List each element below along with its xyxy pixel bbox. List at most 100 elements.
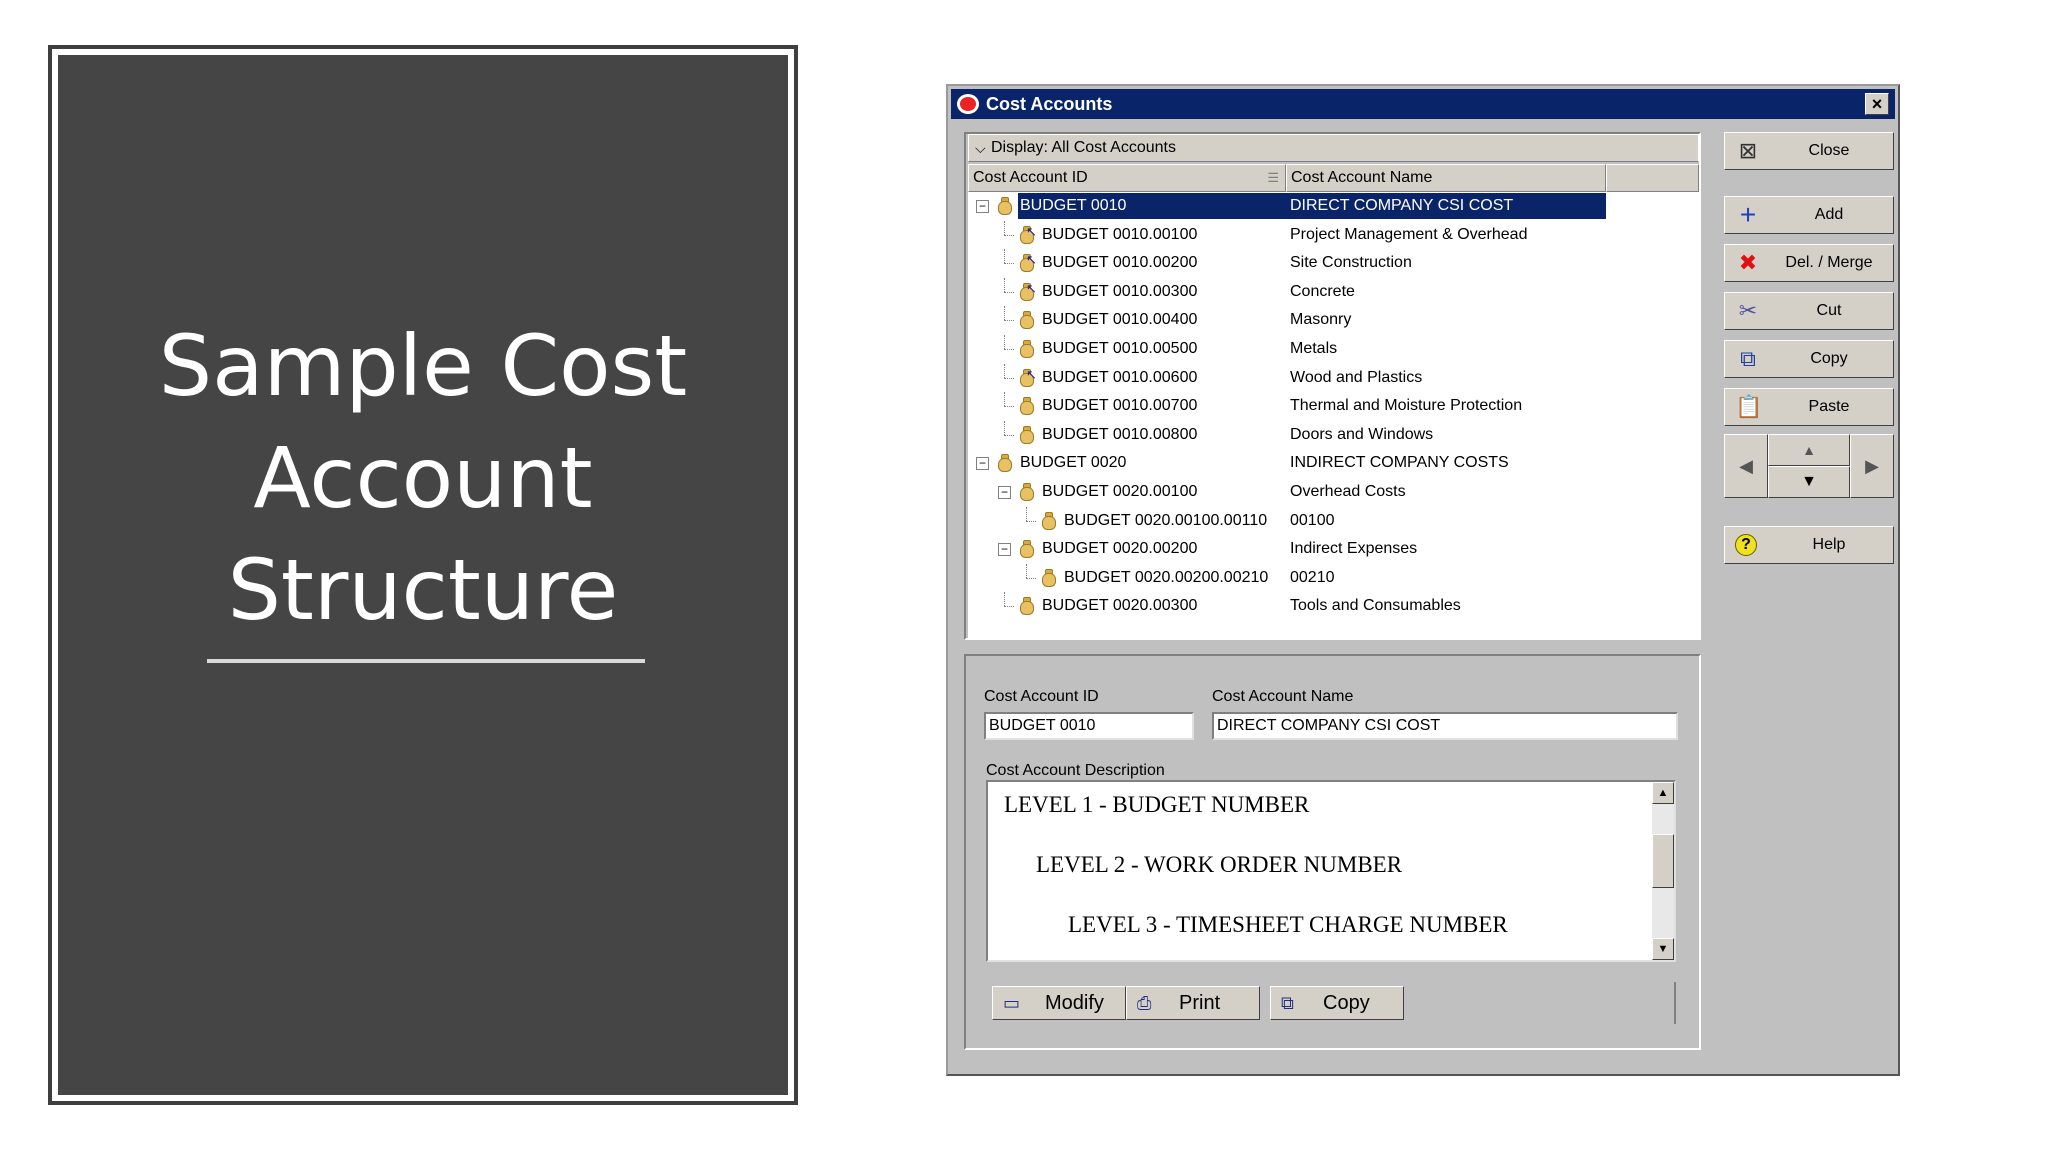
cost-account-name-cell: Thermal and Moisture Protection xyxy=(1290,397,1523,415)
tree-row[interactable]: BUDGET 0020.00300 Tools and Consumables xyxy=(968,592,1699,621)
add-button[interactable]: + Add xyxy=(1724,196,1894,234)
tree-row[interactable]: − BUDGET 0020 INDIRECT COMPANY COSTS xyxy=(968,449,1699,478)
title-underline xyxy=(207,659,645,663)
money-bag-cursor-icon: ↖ xyxy=(1018,253,1037,273)
paste-button-label: Paste xyxy=(1808,398,1850,415)
close-window-icon: ⊠ xyxy=(1738,138,1758,163)
print-button[interactable]: ⎙ Print xyxy=(1126,986,1260,1020)
copy-desc-button[interactable]: ⧉ Copy xyxy=(1270,986,1404,1020)
column-header-cost-account-name[interactable]: Cost Account Name xyxy=(1286,164,1606,192)
tree-row[interactable]: − BUDGET 0010 DIRECT COMPANY CSI COST xyxy=(968,192,1699,221)
cost-account-name-cell: INDIRECT COMPANY COSTS xyxy=(1290,454,1509,472)
cost-account-name-cell: Metals xyxy=(1290,340,1338,357)
tree-column-headers: Cost Account ID ☰ Cost Account Name xyxy=(968,164,1699,192)
cost-account-id-field[interactable] xyxy=(984,712,1194,740)
tree-row[interactable]: ↖ BUDGET 0010.00200 Site Construction xyxy=(968,249,1699,278)
scrollbar-thumb[interactable] xyxy=(1652,834,1674,888)
money-bag-cursor-icon: ↖ xyxy=(1018,282,1037,302)
tree-row[interactable]: ↖ BUDGET 0010.00100 Project Management & O… xyxy=(968,220,1699,250)
modify-button-label: Modify xyxy=(1045,992,1104,1014)
window-close-icon[interactable]: × xyxy=(1865,93,1889,115)
cost-account-id-cell: BUDGET 0020.00200 xyxy=(1042,540,1198,558)
cost-account-name-cell: Indirect Expenses xyxy=(1290,540,1418,558)
move-left-icon[interactable]: ◀ xyxy=(1724,434,1768,498)
move-down-icon[interactable]: ▼ xyxy=(1768,466,1850,498)
tree-navigation-arrows: ◀ ▲ ▼ ▶ xyxy=(1724,434,1894,498)
copy-desc-button-label: Copy xyxy=(1323,992,1370,1014)
tree-row[interactable]: ↖ BUDGET 0010.00600 Wood and Plastics xyxy=(968,363,1699,393)
tree-connector xyxy=(1004,592,1005,607)
printer-icon: ⎙ xyxy=(1137,993,1152,1013)
tree-connector xyxy=(1004,234,1014,236)
cost-account-name-cell: Masonry xyxy=(1290,311,1352,329)
red-x-icon: ✖ xyxy=(1738,250,1758,275)
delete-merge-button-label: Del. / Merge xyxy=(1785,254,1873,271)
scissors-icon: ✂ xyxy=(1738,298,1758,323)
move-up-icon[interactable]: ▲ xyxy=(1768,434,1850,466)
scroll-up-icon[interactable]: ▲ xyxy=(1652,782,1674,804)
slide-title-line: Sample Cost xyxy=(158,317,688,415)
cut-button[interactable]: ✂ Cut xyxy=(1724,292,1894,330)
cost-account-description-textarea[interactable]: LEVEL 1 - BUDGET NUMBER LEVEL 2 - WORK O… xyxy=(986,780,1676,962)
cost-account-name-label: Cost Account Name xyxy=(1212,688,1354,705)
clipboard-icon: 📋 xyxy=(1735,394,1763,419)
cost-account-id-label: Cost Account ID xyxy=(984,688,1099,705)
scroll-down-icon[interactable]: ▼ xyxy=(1652,938,1674,960)
collapse-icon[interactable]: − xyxy=(998,543,1011,557)
tree-connector xyxy=(1004,249,1005,264)
cost-account-name-cell: Project Management & Overhead xyxy=(1290,225,1528,243)
tree-row[interactable]: BUDGET 0010.00700 Thermal and Moisture Pr… xyxy=(968,392,1699,421)
tree-connector xyxy=(1004,606,1014,608)
cost-account-name-cell: DIRECT COMPANY CSI COST xyxy=(1286,193,1606,219)
monitor-icon: ▭ xyxy=(1003,993,1021,1013)
copy-button-label: Copy xyxy=(1810,350,1848,367)
description-scrollbar[interactable]: ▲ ▼ xyxy=(1652,782,1674,960)
tree-row[interactable]: BUDGET 0010.00800 Doors and Windows xyxy=(968,420,1699,450)
slide-title-line: Structure xyxy=(227,541,619,639)
tree-row[interactable]: BUDGET 0010.00400 Masonry xyxy=(968,306,1699,335)
close-button[interactable]: ⊠ Close xyxy=(1724,132,1894,170)
paste-button[interactable]: 📋 Paste xyxy=(1724,388,1894,426)
cost-account-name-cell: Concrete xyxy=(1290,282,1355,300)
tree-connector xyxy=(1004,434,1014,436)
column-sort-icon: ☰ xyxy=(1267,170,1279,185)
description-line: LEVEL 3 - TIMESHEET CHARGE NUMBER xyxy=(1068,912,1508,937)
move-right-icon[interactable]: ▶ xyxy=(1850,434,1894,498)
tree-row[interactable]: BUDGET 0020.00100.00110 00100 xyxy=(968,506,1699,536)
delete-merge-button[interactable]: ✖ Del. / Merge xyxy=(1724,244,1894,282)
tree-row[interactable]: BUDGET 0010.00500 Metals xyxy=(968,335,1699,364)
oracle-app-icon xyxy=(957,94,979,114)
money-bag-icon xyxy=(1018,539,1036,559)
tree-row[interactable]: BUDGET 0020.00200.00210 00210 xyxy=(968,563,1699,593)
money-bag-cursor-icon: ↖ xyxy=(1018,225,1037,245)
help-icon: ? xyxy=(1735,534,1757,556)
cost-account-tree-panel: ⌵ Display: All Cost Accounts Cost Accoun… xyxy=(964,132,1701,640)
collapse-icon[interactable]: − xyxy=(998,486,1011,499)
cost-account-name-cell: 00100 xyxy=(1290,511,1335,529)
tree-row[interactable]: − BUDGET 0020.00200 Indirect Expenses xyxy=(968,535,1699,564)
display-filter-dropdown[interactable]: ⌵ Display: All Cost Accounts xyxy=(968,134,1699,162)
cost-account-id-cell: BUDGET 0010.00600 xyxy=(1042,368,1198,386)
tree-connector xyxy=(1004,377,1014,379)
tree-row[interactable]: − BUDGET 0020.00100 Overhead Costs xyxy=(968,478,1699,507)
tree-connector xyxy=(1004,320,1014,322)
tree-connector xyxy=(1004,392,1005,407)
column-header-cost-account-id[interactable]: Cost Account ID ☰ xyxy=(968,164,1286,192)
collapse-icon[interactable]: − xyxy=(976,200,989,213)
help-button[interactable]: ? Help xyxy=(1724,526,1894,564)
collapse-icon[interactable]: − xyxy=(976,457,989,471)
modify-button[interactable]: ▭ Modify xyxy=(992,986,1126,1020)
cost-account-id-cell: BUDGET 0010.00100 xyxy=(1042,225,1198,243)
cost-account-name-cell: Site Construction xyxy=(1290,254,1412,272)
tree-row[interactable]: ↖ BUDGET 0010.00300 Concrete xyxy=(968,277,1699,307)
cost-account-name-field[interactable] xyxy=(1212,712,1678,740)
cost-account-id-cell: BUDGET 0020 xyxy=(1020,454,1127,472)
close-button-label: Close xyxy=(1808,142,1850,159)
chevron-down-icon: ⌵ xyxy=(975,140,986,156)
cost-account-id-cell: BUDGET 0020.00300 xyxy=(1042,597,1198,615)
column-header-label: Cost Account ID xyxy=(973,169,1088,186)
cost-account-tree[interactable]: − BUDGET 0010 DIRECT COMPANY CSI COST ↖ BUDG… xyxy=(968,192,1699,638)
window-titlebar[interactable]: Cost Accounts × xyxy=(951,89,1895,119)
cost-account-name-cell: Wood and Plastics xyxy=(1290,368,1423,386)
copy-button[interactable]: ⧉ Copy xyxy=(1724,340,1894,378)
